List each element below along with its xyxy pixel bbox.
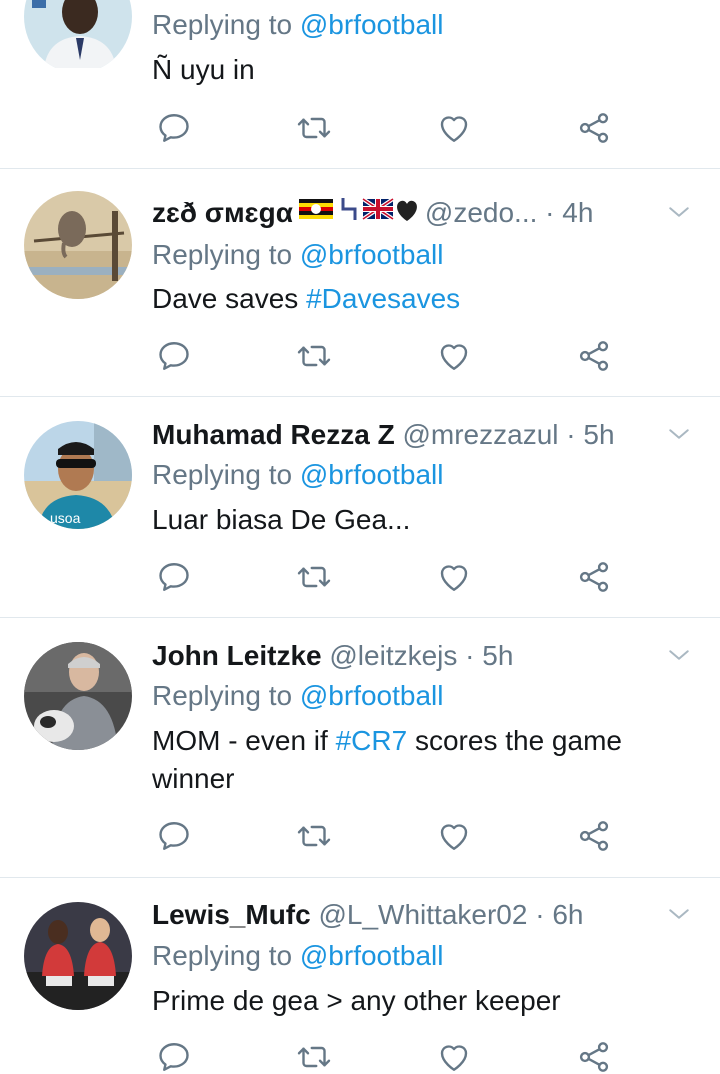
username[interactable]: @L_Whittaker02 [318,899,527,930]
retweet-icon[interactable] [296,559,332,595]
mention-link[interactable]: @brfootball [300,680,444,711]
mention-link[interactable]: @brfootball [300,459,444,490]
tweet-header: Lewis_Mufc @L_Whittaker02 · 6h [152,895,640,935]
tweet[interactable]: John Leitzke @leitzkejs · 5h Replying to… [0,618,720,878]
replying-to: Replying to @brfootball [152,677,443,715]
tweet-actions [156,559,626,599]
avatar[interactable] [24,642,132,750]
replying-label: Replying to [152,940,293,971]
username[interactable]: @mrezzazul [402,419,558,450]
reply-icon[interactable] [156,559,192,595]
like-icon[interactable] [436,338,472,374]
hashtag-link[interactable]: #CR7 [336,725,408,756]
chevron-down-icon[interactable] [664,419,694,449]
tweet-actions [156,338,626,378]
replying-to: Replying to @brfootball [152,456,443,494]
retweet-icon[interactable] [296,818,332,854]
separator: · [535,899,545,930]
avatar[interactable]: usoa [24,421,132,529]
tweet-text-content: Ñ uyu in [152,54,255,85]
mention-link[interactable]: @brfootball [300,239,444,270]
chevron-down-icon[interactable] [664,640,694,670]
timestamp[interactable]: 4h [562,197,593,228]
replying-label: Replying to [152,239,293,270]
timestamp[interactable]: 5h [482,640,513,671]
tweet-text-content: Luar biasa De Gea... [152,504,411,535]
display-name[interactable]: Lewis_Mufc [152,899,311,930]
tweet-text-content: MOM - even if [152,725,328,756]
reply-icon[interactable] [156,338,192,374]
tweet-text: Prime de gea > any other keeper [152,982,660,1020]
share-icon[interactable] [576,1039,612,1074]
avatar[interactable] [24,902,132,1010]
separator: · [566,419,576,450]
retweet-icon[interactable] [296,1039,332,1074]
tweet-header: Muhamad Rezza Z @mrezzazul · 5h [152,415,640,455]
share-icon[interactable] [576,110,612,146]
svg-text:usoa: usoa [50,510,81,526]
like-icon[interactable] [436,559,472,595]
tweet[interactable]: Replying to @brfootball Ñ uyu in [0,0,720,169]
chevron-down-icon[interactable] [664,197,694,227]
timestamp[interactable]: 5h [583,419,614,450]
separator: · [545,197,555,228]
tweet-text: MOM - even if #CR7 scores the game winne… [152,722,660,798]
display-name[interactable]: Muhamad Rezza Z [152,419,395,450]
like-icon[interactable] [436,110,472,146]
replying-label: Replying to [152,680,293,711]
replying-to: Replying to @brfootball [152,236,443,274]
tweet-text-content: Prime de gea > any other keeper [152,985,561,1016]
tweet-text-content: Dave saves [152,283,299,314]
display-name[interactable]: John Leitzke [152,640,322,671]
hashtag-link[interactable]: #Davesaves [306,283,460,314]
retweet-icon[interactable] [296,110,332,146]
flag-icons [297,194,421,233]
tweet-text: Ñ uyu in [152,51,660,89]
like-icon[interactable] [436,818,472,854]
reply-icon[interactable] [156,818,192,854]
username[interactable]: @zedo... [425,197,537,228]
share-icon[interactable] [576,818,612,854]
replying-label: Replying to [152,459,293,490]
tweet-header: zɛð σмɛgα @zedo... · 4h [152,193,640,233]
share-icon[interactable] [576,559,612,595]
replying-to: Replying to @brfootball [152,6,443,44]
display-name[interactable]: zɛð σмɛgα [152,197,293,228]
tweet-header: John Leitzke @leitzkejs · 5h [152,636,640,676]
retweet-icon[interactable] [296,338,332,374]
like-icon[interactable] [436,1039,472,1074]
tweet[interactable]: Lewis_Mufc @L_Whittaker02 · 6h Replying … [0,878,720,1074]
separator: · [465,640,475,671]
share-icon[interactable] [576,338,612,374]
mention-link[interactable]: @brfootball [300,9,444,40]
tweet[interactable]: zɛð σмɛgα @zedo... · 4h Replying to @brf… [0,169,720,397]
tweet-text: Dave saves #Davesaves [152,280,660,318]
reply-icon[interactable] [156,1039,192,1074]
replying-to: Replying to @brfootball [152,937,443,975]
replying-label: Replying to [152,9,293,40]
tweet-actions [156,1039,626,1074]
timestamp[interactable]: 6h [552,899,583,930]
tweet-actions [156,818,626,858]
tweet-text: Luar biasa De Gea... [152,501,660,539]
username[interactable]: @leitzkejs [329,640,457,671]
mention-link[interactable]: @brfootball [300,940,444,971]
chevron-down-icon[interactable] [664,899,694,929]
reply-icon[interactable] [156,110,192,146]
avatar[interactable] [24,191,132,299]
tweet[interactable]: usoa Muhamad Rezza Z @mrezzazul · 5h Rep… [0,397,720,618]
tweet-actions [156,110,626,150]
avatar[interactable] [24,0,132,73]
